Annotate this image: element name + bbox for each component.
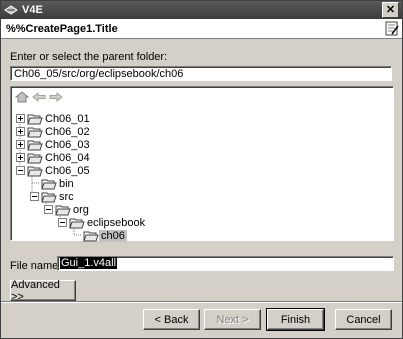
close-icon: ✕ — [385, 3, 396, 16]
next-button[interactable]: Next > — [204, 309, 261, 330]
tree-node[interactable]: Ch06_04 — [16, 151, 92, 164]
parent-folder-prompt: Enter or select the parent folder: — [10, 51, 168, 63]
v4e-app-icon — [4, 5, 18, 15]
tree-node[interactable]: eclipsebook — [58, 216, 147, 229]
window-title: V4E — [22, 4, 43, 16]
parent-folder-input[interactable]: Ch06_05/src/org/eclipsebook/ch06 — [10, 66, 392, 81]
collapse-icon[interactable] — [58, 218, 67, 227]
advanced-button[interactable]: Advanced >> — [10, 279, 76, 303]
open-folder-icon — [55, 205, 71, 215]
close-button[interactable]: ✕ — [382, 2, 399, 18]
tree-node-label: bin — [59, 177, 74, 190]
file-name-value: Gui_1.v4all — [60, 257, 118, 269]
open-folder-icon — [27, 166, 43, 176]
tree-node-label: Ch06_04 — [45, 151, 90, 164]
open-folder-icon — [41, 192, 57, 202]
tree-node[interactable]: org — [44, 203, 91, 216]
expand-icon[interactable] — [16, 114, 25, 123]
collapse-icon[interactable] — [30, 192, 39, 201]
tree-node-label: Ch06_03 — [45, 138, 90, 151]
folder-tree[interactable]: Ch06_01 Ch06_02 Ch06_03 Ch06_04 Ch06_05 bin sr… — [10, 86, 394, 242]
tree-node-label: org — [73, 203, 89, 216]
cancel-button[interactable]: Cancel — [335, 309, 392, 330]
back-button[interactable]: < Back — [143, 309, 200, 330]
wizard-dialog: V4E ✕ %%CreatePage1.Title Enter or selec… — [0, 0, 403, 339]
tree-node[interactable]: src — [30, 190, 76, 203]
open-folder-icon — [69, 218, 85, 228]
tree-node-label: Ch06_05 — [45, 164, 90, 177]
file-name-input[interactable]: Gui_1.v4all — [57, 256, 394, 271]
folder-icon — [27, 127, 43, 137]
folder-icon — [27, 140, 43, 150]
tree-node[interactable]: bin — [30, 177, 76, 190]
tree-node[interactable]: Ch06_05 — [16, 164, 92, 177]
tree-node-label: src — [59, 190, 74, 203]
folder-icon — [27, 114, 43, 124]
folder-icon — [41, 179, 57, 189]
finish-button[interactable]: Finish — [266, 308, 325, 331]
button-bar-separator — [1, 301, 402, 303]
tree-node-label: eclipsebook — [87, 216, 146, 229]
tree-node-label: ch06 — [99, 229, 127, 242]
expand-icon[interactable] — [16, 153, 25, 162]
wizard-header: %%CreatePage1.Title — [1, 19, 402, 39]
collapse-icon[interactable] — [44, 205, 53, 214]
expand-icon[interactable] — [16, 140, 25, 149]
collapse-icon[interactable] — [16, 166, 25, 175]
tree-node-label: Ch06_01 — [45, 112, 90, 125]
tree-node[interactable]: ch06 — [72, 229, 127, 242]
title-bar[interactable]: V4E ✕ — [1, 1, 402, 19]
tree-node[interactable]: Ch06_01 — [16, 112, 92, 125]
wizard-banner-icon — [385, 21, 399, 36]
folder-icon — [27, 153, 43, 163]
tree-node-label: Ch06_02 — [45, 125, 90, 138]
file-name-label: File name: — [10, 260, 62, 272]
page-title: %%CreatePage1.Title — [6, 22, 118, 35]
tree-node[interactable]: Ch06_02 — [16, 125, 92, 138]
expand-icon[interactable] — [16, 127, 25, 136]
open-folder-icon — [83, 231, 99, 241]
tree-node[interactable]: Ch06_03 — [16, 138, 92, 151]
